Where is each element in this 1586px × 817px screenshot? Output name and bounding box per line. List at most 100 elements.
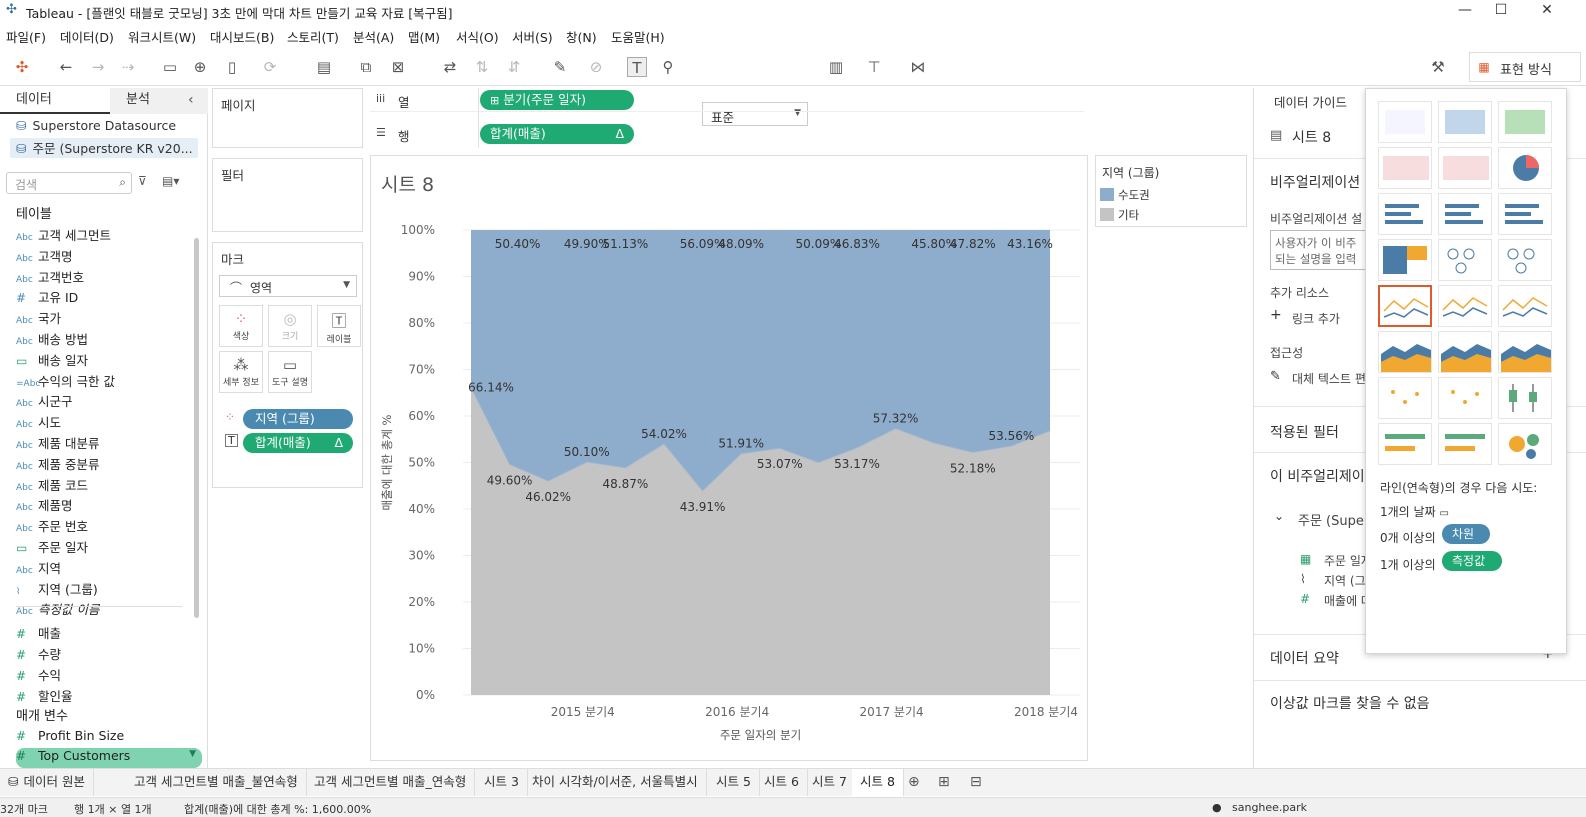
save-icon[interactable]: ▭	[160, 57, 180, 77]
field-item[interactable]: Abc 시군구	[16, 391, 73, 410]
viz-canvas[interactable]: 시트 8 100% 90% 80% 70% 60% 50% 40% 30% 20% 10% 0% 20…	[370, 155, 1088, 761]
tab-data[interactable]: 데이터	[0, 88, 110, 114]
field-item[interactable]: ▭ 배송 일자	[16, 350, 88, 369]
sheet-tab[interactable]: 시트 5	[708, 769, 760, 796]
field-item[interactable]: =Abc수익의 극한 값	[16, 371, 115, 390]
datasource-item-active[interactable]: ⛁ 주문 (Superstore KR v20...	[10, 138, 198, 158]
pages-shelf[interactable]: 페이지	[212, 88, 363, 148]
sheet-tab[interactable]: 시트 7	[804, 769, 856, 796]
legend-item-label[interactable]: 기타	[1118, 207, 1139, 223]
maximize-icon[interactable]: ☐	[1478, 0, 1524, 22]
field-item[interactable]: Abc 시도	[16, 412, 61, 431]
param-item-selected[interactable]: # Top Customers ▼	[16, 748, 202, 768]
new-story-icon[interactable]: ⊟	[970, 774, 982, 790]
chevron-down-icon[interactable]: ⌄	[1274, 509, 1284, 523]
chart-type-box-whisker-icon[interactable]	[1498, 377, 1552, 419]
sheet-tab-active[interactable]: 시트 8	[852, 769, 904, 796]
field-item[interactable]: Abc 고객명	[16, 246, 73, 265]
field-item[interactable]: Abc 국가	[16, 308, 61, 327]
tab-datasource[interactable]: ⛁ 데이터 원본	[0, 769, 94, 796]
pause-updates-icon[interactable]: ▯	[222, 57, 242, 77]
area-chart[interactable]: 100% 90% 80% 70% 60% 50% 40% 30% 20% 10% 0% 2015 분기…	[371, 156, 1087, 760]
pin-icon[interactable]: ⚲	[658, 57, 678, 77]
chart-type-highlight-table-icon[interactable]	[1498, 101, 1552, 143]
chart-type-line-continuous-icon[interactable]	[1378, 285, 1432, 327]
legend-item-label[interactable]: 수도권	[1118, 187, 1150, 203]
chart-type-dual-line-icon[interactable]	[1498, 285, 1552, 327]
view-icon[interactable]: ▤▾	[162, 174, 179, 188]
tooltip-button[interactable]: ▭ 도구 설명	[268, 351, 312, 393]
undo-icon[interactable]: ←	[56, 57, 76, 77]
sheet-tab[interactable]: 시트 6	[756, 769, 808, 796]
chart-type-line-discrete-icon[interactable]	[1438, 285, 1492, 327]
chart-type-stacked-hbar-icon[interactable]	[1438, 193, 1492, 235]
chart-type-symbol-map-icon[interactable]	[1378, 147, 1432, 189]
field-item[interactable]: # 할인율	[16, 686, 73, 705]
plus-icon[interactable]: +	[1270, 307, 1282, 323]
menu-map[interactable]: 맵(M)	[408, 27, 440, 46]
chart-type-circle-view-icon[interactable]	[1438, 239, 1492, 281]
menu-story[interactable]: 스토리(T)	[287, 27, 339, 46]
sheet-tab[interactable]: 고객 세그먼트별 매출_불연속형	[126, 769, 307, 796]
sheet-tab[interactable]: 고객 세그먼트별 매출_연속형	[306, 769, 476, 796]
label-button[interactable]: 🅃 레이블	[317, 305, 361, 347]
highlight-icon[interactable]: ✎	[550, 57, 570, 77]
new-worksheet-icon[interactable]: ▤	[314, 57, 334, 77]
field-item[interactable]: Abc 지역	[16, 558, 61, 577]
collapse-icon[interactable]: ‹	[188, 92, 194, 108]
param-item[interactable]: # Profit Bin Size	[16, 728, 124, 747]
mark-pill-sales[interactable]: 합계(매출) Δ	[243, 433, 353, 453]
sort-desc-icon[interactable]: ⇵	[504, 57, 524, 77]
tableau-home-icon[interactable]: ✣	[12, 57, 32, 77]
sheet-tab[interactable]: 차이 시각화/이서준, 서울특별시	[524, 769, 707, 796]
field-item[interactable]: Abc 제품 코드	[16, 475, 88, 494]
chart-type-packed-bubbles-icon[interactable]	[1498, 423, 1552, 465]
rows-shelf[interactable]: ☰ 행 합계(매출) Δ	[370, 122, 1084, 146]
size-button[interactable]: ◎ 크기	[268, 305, 312, 347]
menu-dashboard[interactable]: 대시보드(B)	[210, 27, 274, 46]
filters-shelf[interactable]: 필터	[212, 158, 363, 232]
chart-type-side-by-side-circle-icon[interactable]	[1498, 239, 1552, 281]
field-item[interactable]: ⌇ 지역 (그룹)	[16, 579, 98, 598]
pencil-icon[interactable]: ✎	[1270, 369, 1281, 384]
menu-help[interactable]: 도움말(H)	[611, 27, 665, 46]
menu-server[interactable]: 서버(S)	[512, 27, 553, 46]
chart-type-bullet-icon[interactable]	[1438, 423, 1492, 465]
replay-icon[interactable]: ⇢	[118, 57, 138, 77]
filter-icon[interactable]: ⊽	[138, 174, 147, 188]
presentation-icon[interactable]: ⊤	[864, 57, 884, 77]
rows-pill[interactable]: 합계(매출) Δ	[480, 124, 634, 144]
field-item[interactable]: ▭ 주문 일자	[16, 537, 88, 556]
field-item[interactable]: Abc 제품 대분류	[16, 433, 99, 452]
chart-type-side-by-side-bar-icon[interactable]	[1498, 193, 1552, 235]
menu-analysis[interactable]: 분석(A)	[353, 27, 394, 46]
show-labels-icon[interactable]: T	[627, 57, 647, 77]
group-icon[interactable]: ⊘	[586, 57, 606, 77]
field-item[interactable]: # 수익	[16, 665, 61, 684]
color-button[interactable]: ⁘ 색상	[219, 305, 263, 347]
chart-type-scatter-icon[interactable]	[1378, 377, 1432, 419]
field-item[interactable]: Abc 배송 방법	[16, 329, 88, 348]
scrollbar[interactable]	[194, 238, 199, 618]
chart-type-filled-map-icon[interactable]	[1438, 147, 1492, 189]
menu-window[interactable]: 창(N)	[566, 27, 597, 46]
chart-type-area-discrete-icon[interactable]	[1438, 331, 1492, 373]
chart-type-heat-map-icon[interactable]	[1438, 101, 1492, 143]
close-icon[interactable]: ✕	[1524, 0, 1570, 22]
chart-type-treemap-icon[interactable]	[1378, 239, 1432, 281]
new-dashboard-icon[interactable]: ⊞	[938, 774, 950, 790]
menu-data[interactable]: 데이터(D)	[60, 27, 114, 46]
mark-type-dropdown[interactable]: ⌒ 영역 ▼	[219, 275, 357, 297]
field-item[interactable]: # 수량	[16, 644, 61, 663]
paint-icon[interactable]: ⚒	[1428, 57, 1448, 77]
columns-shelf[interactable]: iii 열 ⊞ 분기(주문 일자)	[370, 88, 1084, 148]
field-item[interactable]: # 매출	[16, 623, 61, 642]
clear-sheet-icon[interactable]: ⊠	[388, 57, 408, 77]
refresh-icon[interactable]: ⟳	[260, 57, 280, 77]
share-icon[interactable]: ⋈	[908, 57, 928, 77]
field-item[interactable]: Abc 고객번호	[16, 267, 84, 286]
detail-button[interactable]: ⁂ 세부 정보	[219, 351, 263, 393]
chart-type-text-table-icon[interactable]	[1378, 101, 1432, 143]
sort-asc-icon[interactable]: ⇅	[472, 57, 492, 77]
mark-pill-region-group[interactable]: 지역 (그룹)	[243, 409, 353, 429]
